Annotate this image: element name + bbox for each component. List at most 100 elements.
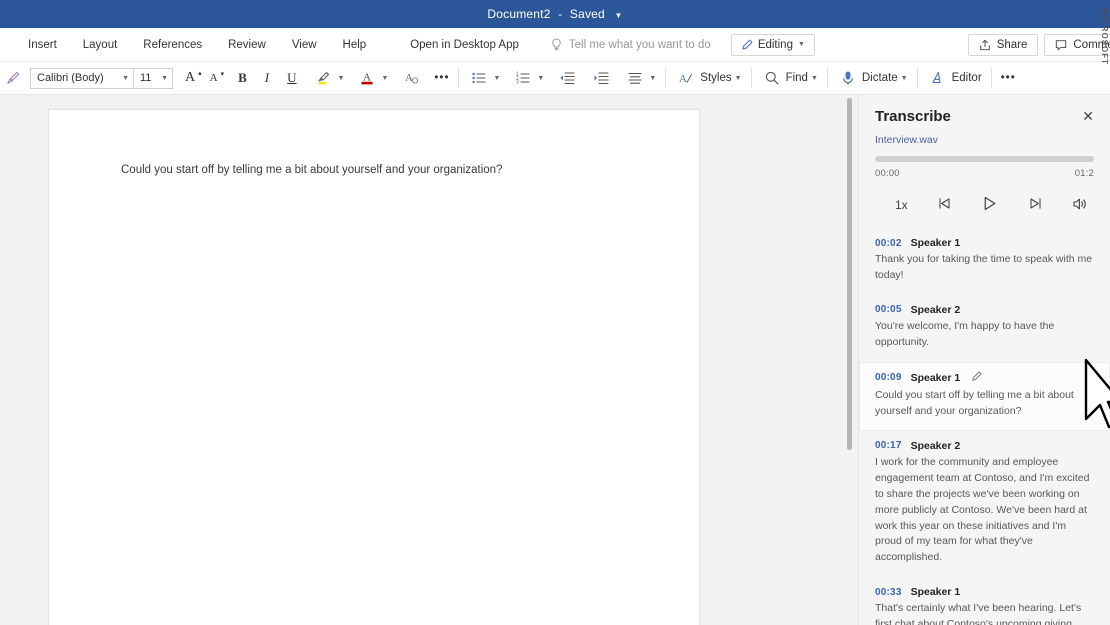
search-icon [761,67,783,89]
save-status: Saved [569,7,605,21]
tab-references[interactable]: References [131,34,214,56]
svg-text:A: A [363,72,371,84]
word-online-window: Document2 - Saved ▼ Insert Layout Refere… [0,0,1110,625]
share-icon [979,39,990,51]
audio-player: 00:00 01:2 [859,156,1110,179]
tab-review[interactable]: Review [216,34,278,56]
chevron-down-icon[interactable]: ▼ [493,75,500,82]
transcript-entry[interactable]: 00:33 Speaker 1 That's certainly what I'… [859,577,1110,625]
transcript-timestamp[interactable]: 00:17 [875,440,902,451]
edit-transcript-icon[interactable] [971,371,982,385]
font-more-icon: ••• [434,72,450,84]
title-separator: - [558,7,563,21]
pencil-icon [742,39,753,49]
chevron-down-icon: ▼ [810,74,818,82]
tab-view[interactable]: View [280,34,329,56]
close-icon[interactable]: ✕ [1076,107,1100,125]
decrease-indent-icon [556,67,578,89]
title-bar: Document2 - Saved ▼ [0,0,1110,28]
tab-help[interactable]: Help [331,34,379,56]
playback-controls: 1x [859,179,1110,228]
italic-button[interactable]: I [261,68,273,88]
audio-time-current: 00:00 [875,168,900,179]
svg-text:A: A [679,73,687,85]
svg-text:3: 3 [516,80,519,86]
transcript-entry[interactable]: 00:17 Speaker 2 I work for the community… [859,431,1110,578]
transcript-entry[interactable]: 00:05 Speaker 2 You're welcome, I'm happ… [859,295,1110,362]
chevron-down-icon[interactable]: ▼ [381,75,388,82]
editing-label: Editing [757,38,793,51]
chevron-down-icon[interactable]: ▼ [338,75,345,82]
playback-rate-button[interactable]: 1x [895,199,908,211]
highlighter-icon [313,67,335,89]
transcript-list[interactable]: 00:02 Speaker 1 Thank you for taking the… [859,228,1110,625]
grow-font-caret: ▴ [198,70,202,77]
tab-layout[interactable]: Layout [71,34,130,56]
transcript-timestamp[interactable]: 00:33 [875,587,902,598]
forward-button[interactable] [1028,196,1043,213]
highlight-button[interactable]: ▼ [309,65,349,91]
font-size-combo[interactable]: 11 ▼ [133,67,173,89]
align-button[interactable]: ▼ [620,65,660,91]
shrink-font-button[interactable]: A ▾ [206,70,228,86]
grow-font-button[interactable]: A ▴ [181,68,206,88]
audio-file-link[interactable]: Interview.wav [859,131,1110,156]
transcript-entry-active[interactable]: 00:09 Speaker 1 Could you start off by t… [859,361,1110,431]
font-color-button[interactable]: A ▼ [352,65,392,91]
comments-button[interactable]: Comments [1044,34,1110,56]
volume-button[interactable] [1072,196,1088,214]
decrease-indent-button[interactable] [552,65,582,91]
font-name-value: Calibri (Body) [37,72,104,84]
document-paragraph[interactable]: Could you start off by telling me a bit … [121,162,639,179]
styles-button[interactable]: A Styles ▼ [671,65,745,91]
scrollbar-thumb[interactable] [847,98,852,450]
editor-button[interactable]: Editor [923,65,986,91]
ribbon-overflow-button[interactable]: ••• [997,70,1020,86]
find-button[interactable]: Find ▼ [757,65,822,91]
chevron-down-icon[interactable]: ▼ [537,75,544,82]
chevron-down-icon[interactable]: ▼ [649,75,656,82]
editor-label: Editor [951,72,982,84]
document-title[interactable]: Document2 - Saved ▼ [487,7,622,21]
ribbon-toolbar: Calibri (Body) ▼ 11 ▼ A ▴ A ▾ B I U ▼ A … [0,62,1110,95]
transcript-text: I work for the community and employee en… [875,455,1090,564]
increase-indent-button[interactable] [586,65,616,91]
font-name-combo[interactable]: Calibri (Body) ▼ [30,67,134,89]
menu-bar: Insert Layout References Review View Hel… [0,28,1110,62]
bullets-button[interactable]: ▼ [464,65,504,91]
transcript-entry[interactable]: 00:02 Speaker 1 Thank you for taking the… [859,228,1110,295]
open-in-desktop-app-button[interactable]: Open in Desktop App [400,34,529,56]
dictate-button[interactable]: Dictate ▼ [833,65,912,91]
previous-icon [939,198,950,209]
share-button[interactable]: Share [967,34,1039,56]
bold-button[interactable]: B [234,68,251,88]
tab-insert[interactable]: Insert [16,34,69,56]
clear-formatting-button[interactable]: A [396,65,426,91]
editing-mode-button[interactable]: Editing ▼ [730,33,815,56]
grow-font-icon: A [185,70,196,85]
chevron-down-icon[interactable]: ▼ [614,11,622,20]
audio-progress-slider[interactable] [875,156,1094,162]
italic-icon: I [264,70,270,85]
transcript-timestamp[interactable]: 00:09 [875,372,902,383]
rewind-button[interactable] [937,196,952,213]
numbering-button[interactable]: 1 2 3 ▼ [508,65,548,91]
format-painter-button[interactable] [2,62,24,94]
play-icon [985,196,996,211]
underline-button[interactable]: U [283,68,300,88]
chevron-down-icon: ▼ [797,41,805,48]
transcript-text: Thank you for taking the time to speak w… [875,253,1093,281]
transcript-entry-header: 00:02 Speaker 1 [875,237,1094,249]
transcript-timestamp[interactable]: 00:02 [875,238,902,249]
tell-me-search[interactable]: Tell me what you want to do [551,38,711,51]
document-page[interactable]: Could you start off by telling me a bit … [48,109,700,625]
play-button[interactable] [981,195,998,214]
document-scrollbar[interactable] [845,95,854,625]
clear-formatting-icon: A [400,67,422,89]
font-more-button[interactable]: ••• [430,70,453,86]
chevron-down-icon: ▼ [900,74,908,82]
transcript-timestamp[interactable]: 00:05 [875,304,902,315]
ribbon-tabs: Insert Layout References Review View Hel… [0,34,378,56]
comment-bubble-icon [1056,40,1067,51]
lightbulb-icon [552,38,561,51]
